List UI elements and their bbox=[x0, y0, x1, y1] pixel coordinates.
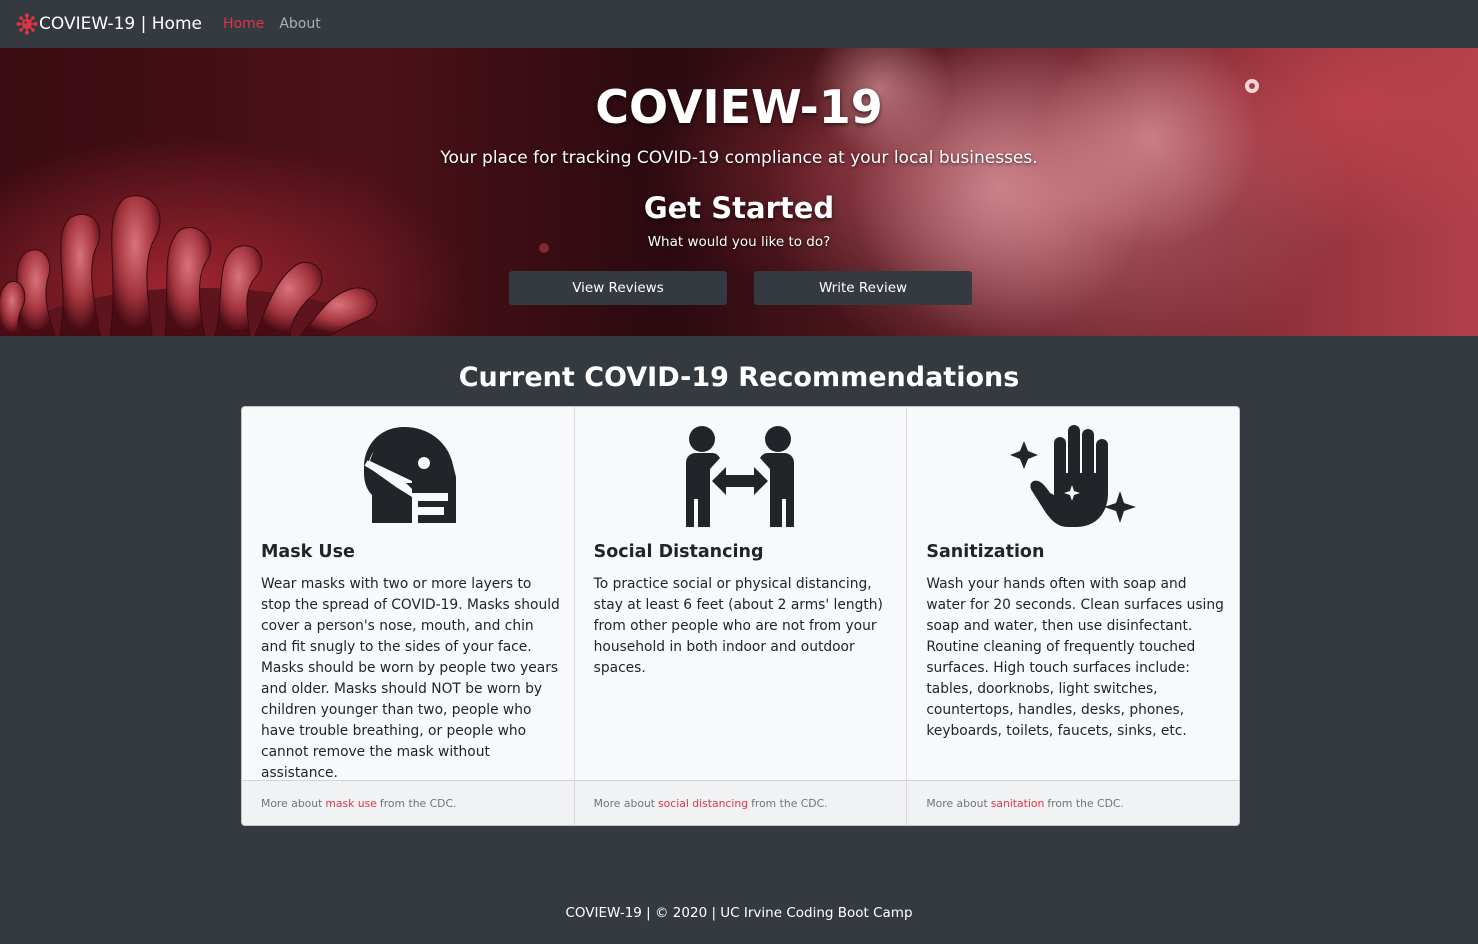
mask-use-link[interactable]: mask use bbox=[325, 797, 377, 810]
people-arrows-icon bbox=[575, 423, 907, 527]
brand-title: COVIEW-19 | Home bbox=[39, 14, 202, 34]
card-footer: More about mask use from the CDC. bbox=[242, 780, 574, 825]
card-text: Wear masks with two or more layers to st… bbox=[261, 576, 560, 781]
write-review-button[interactable]: Write Review bbox=[754, 271, 972, 305]
get-started-heading: Get Started bbox=[643, 191, 835, 225]
virus-logo-icon bbox=[16, 13, 38, 35]
card-title: Social Distancing bbox=[593, 542, 764, 562]
hand-sparkles-icon bbox=[907, 423, 1239, 527]
footer-prefix: More about bbox=[261, 796, 323, 810]
hero-subtitle: Your place for tracking COVID-19 complia… bbox=[440, 148, 1038, 168]
head-mask-icon bbox=[242, 423, 574, 527]
card-title: Sanitization bbox=[926, 542, 1045, 562]
footer-prefix: More about bbox=[593, 796, 656, 810]
card-title: Mask Use bbox=[261, 542, 355, 562]
footer-suffix: from the CDC. bbox=[1047, 796, 1124, 810]
recommendations-card-deck: Mask Use Wear masks with two or more lay… bbox=[241, 406, 1240, 826]
hero-question: What would you like to do? bbox=[647, 234, 831, 250]
footer-suffix: from the CDC. bbox=[751, 796, 828, 810]
footer-prefix: More about bbox=[926, 796, 988, 810]
card-text: To practice social or physical distancin… bbox=[593, 576, 883, 676]
hero-title: COVIEW-19 bbox=[595, 80, 883, 134]
sanitization-card: Sanitization Wash your hands often with … bbox=[907, 407, 1239, 825]
social-distancing-card: Social Distancing To practice social or … bbox=[574, 407, 908, 825]
hero-content: COVIEW-19 Your place for tracking COVID-… bbox=[0, 48, 1478, 336]
social-distancing-link[interactable]: social distancing bbox=[658, 797, 748, 810]
navbar-brand[interactable]: COVIEW-19 | Home bbox=[16, 13, 202, 35]
navbar: COVIEW-19 | Home Home About bbox=[0, 0, 1478, 48]
page-footer: COVIEW-19 | © 2020 | UC Irvine Coding Bo… bbox=[565, 905, 913, 921]
view-reviews-button[interactable]: View Reviews bbox=[509, 271, 727, 305]
nav-link-about[interactable]: About bbox=[279, 16, 320, 32]
mask-use-card: Mask Use Wear masks with two or more lay… bbox=[242, 407, 575, 825]
recommendations-title: Current COVID-19 Recommendations bbox=[458, 362, 1020, 393]
hero-banner: COVIEW-19 Your place for tracking COVID-… bbox=[0, 48, 1478, 336]
nav-link-home[interactable]: Home bbox=[223, 16, 264, 32]
card-text: Wash your hands often with soap and wate… bbox=[926, 576, 1224, 739]
card-footer: More about sanitation from the CDC. bbox=[907, 780, 1239, 825]
sanitation-link[interactable]: sanitation bbox=[991, 797, 1045, 810]
footer-suffix: from the CDC. bbox=[379, 796, 457, 810]
card-footer: More about social distancing from the CD… bbox=[574, 780, 907, 825]
